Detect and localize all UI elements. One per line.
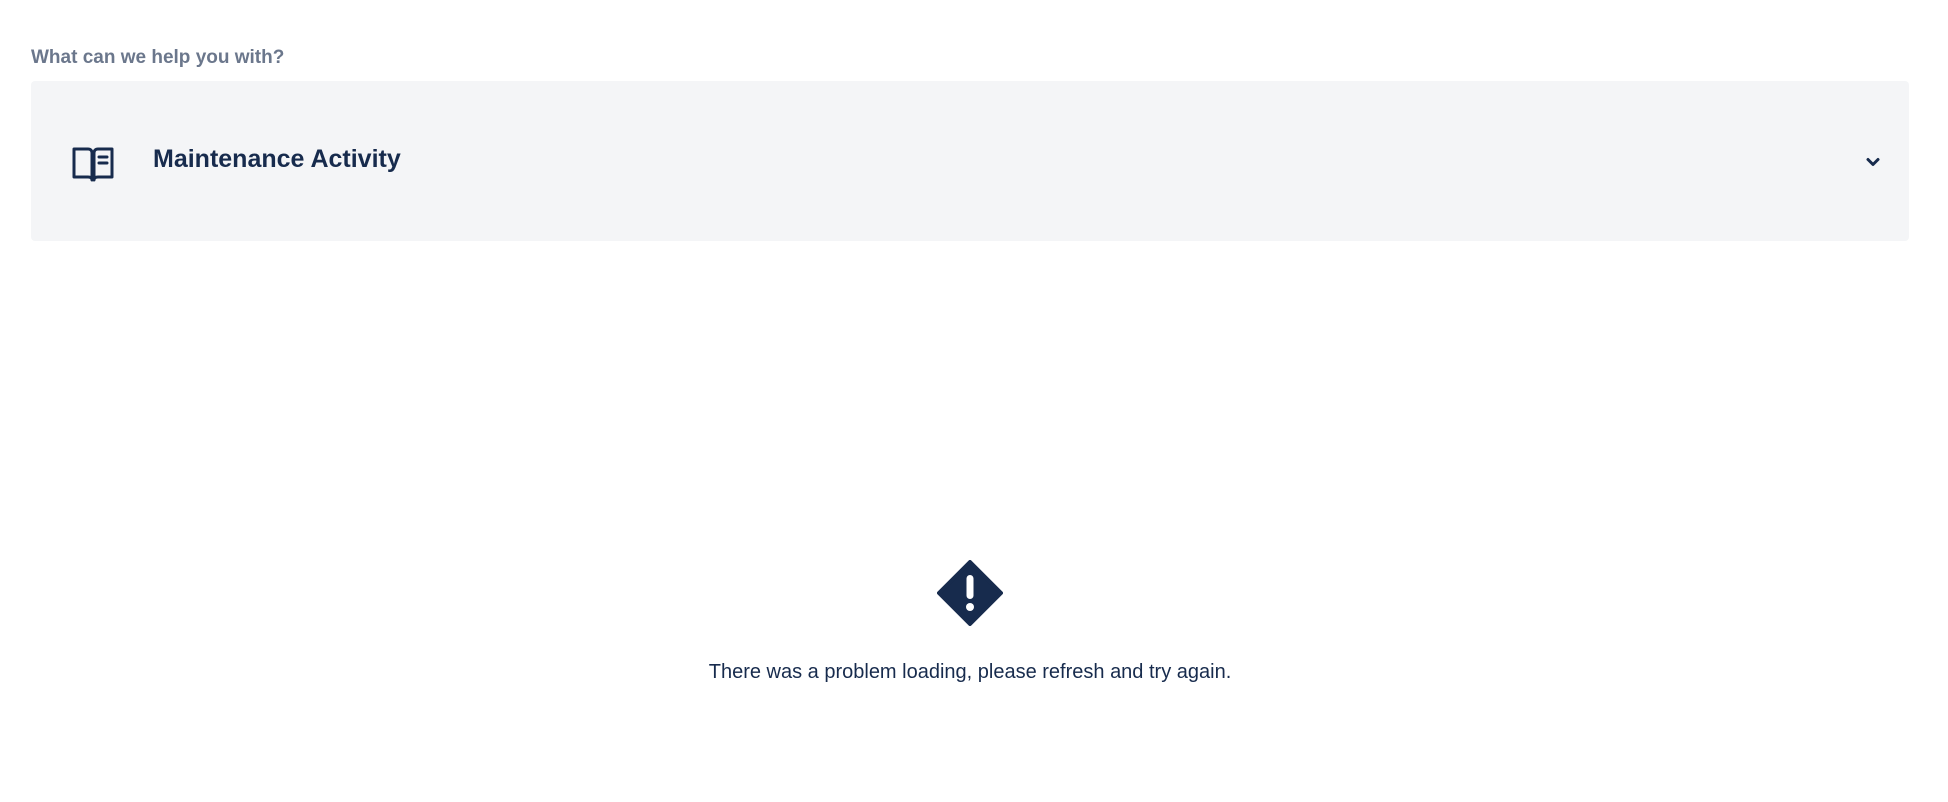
request-type-prompt-label: What can we help you with? [31,47,285,68]
error-state: There was a problem loading, please refr… [0,560,1948,700]
chevron-down-icon[interactable] [1862,151,1884,173]
page: What can we help you with? Maintenance A… [0,0,1948,802]
error-message: There was a problem loading, please refr… [708,661,1232,683]
warning-diamond-icon [937,560,1003,626]
book-icon [70,144,116,184]
request-type-name: Maintenance Activity [153,145,401,173]
